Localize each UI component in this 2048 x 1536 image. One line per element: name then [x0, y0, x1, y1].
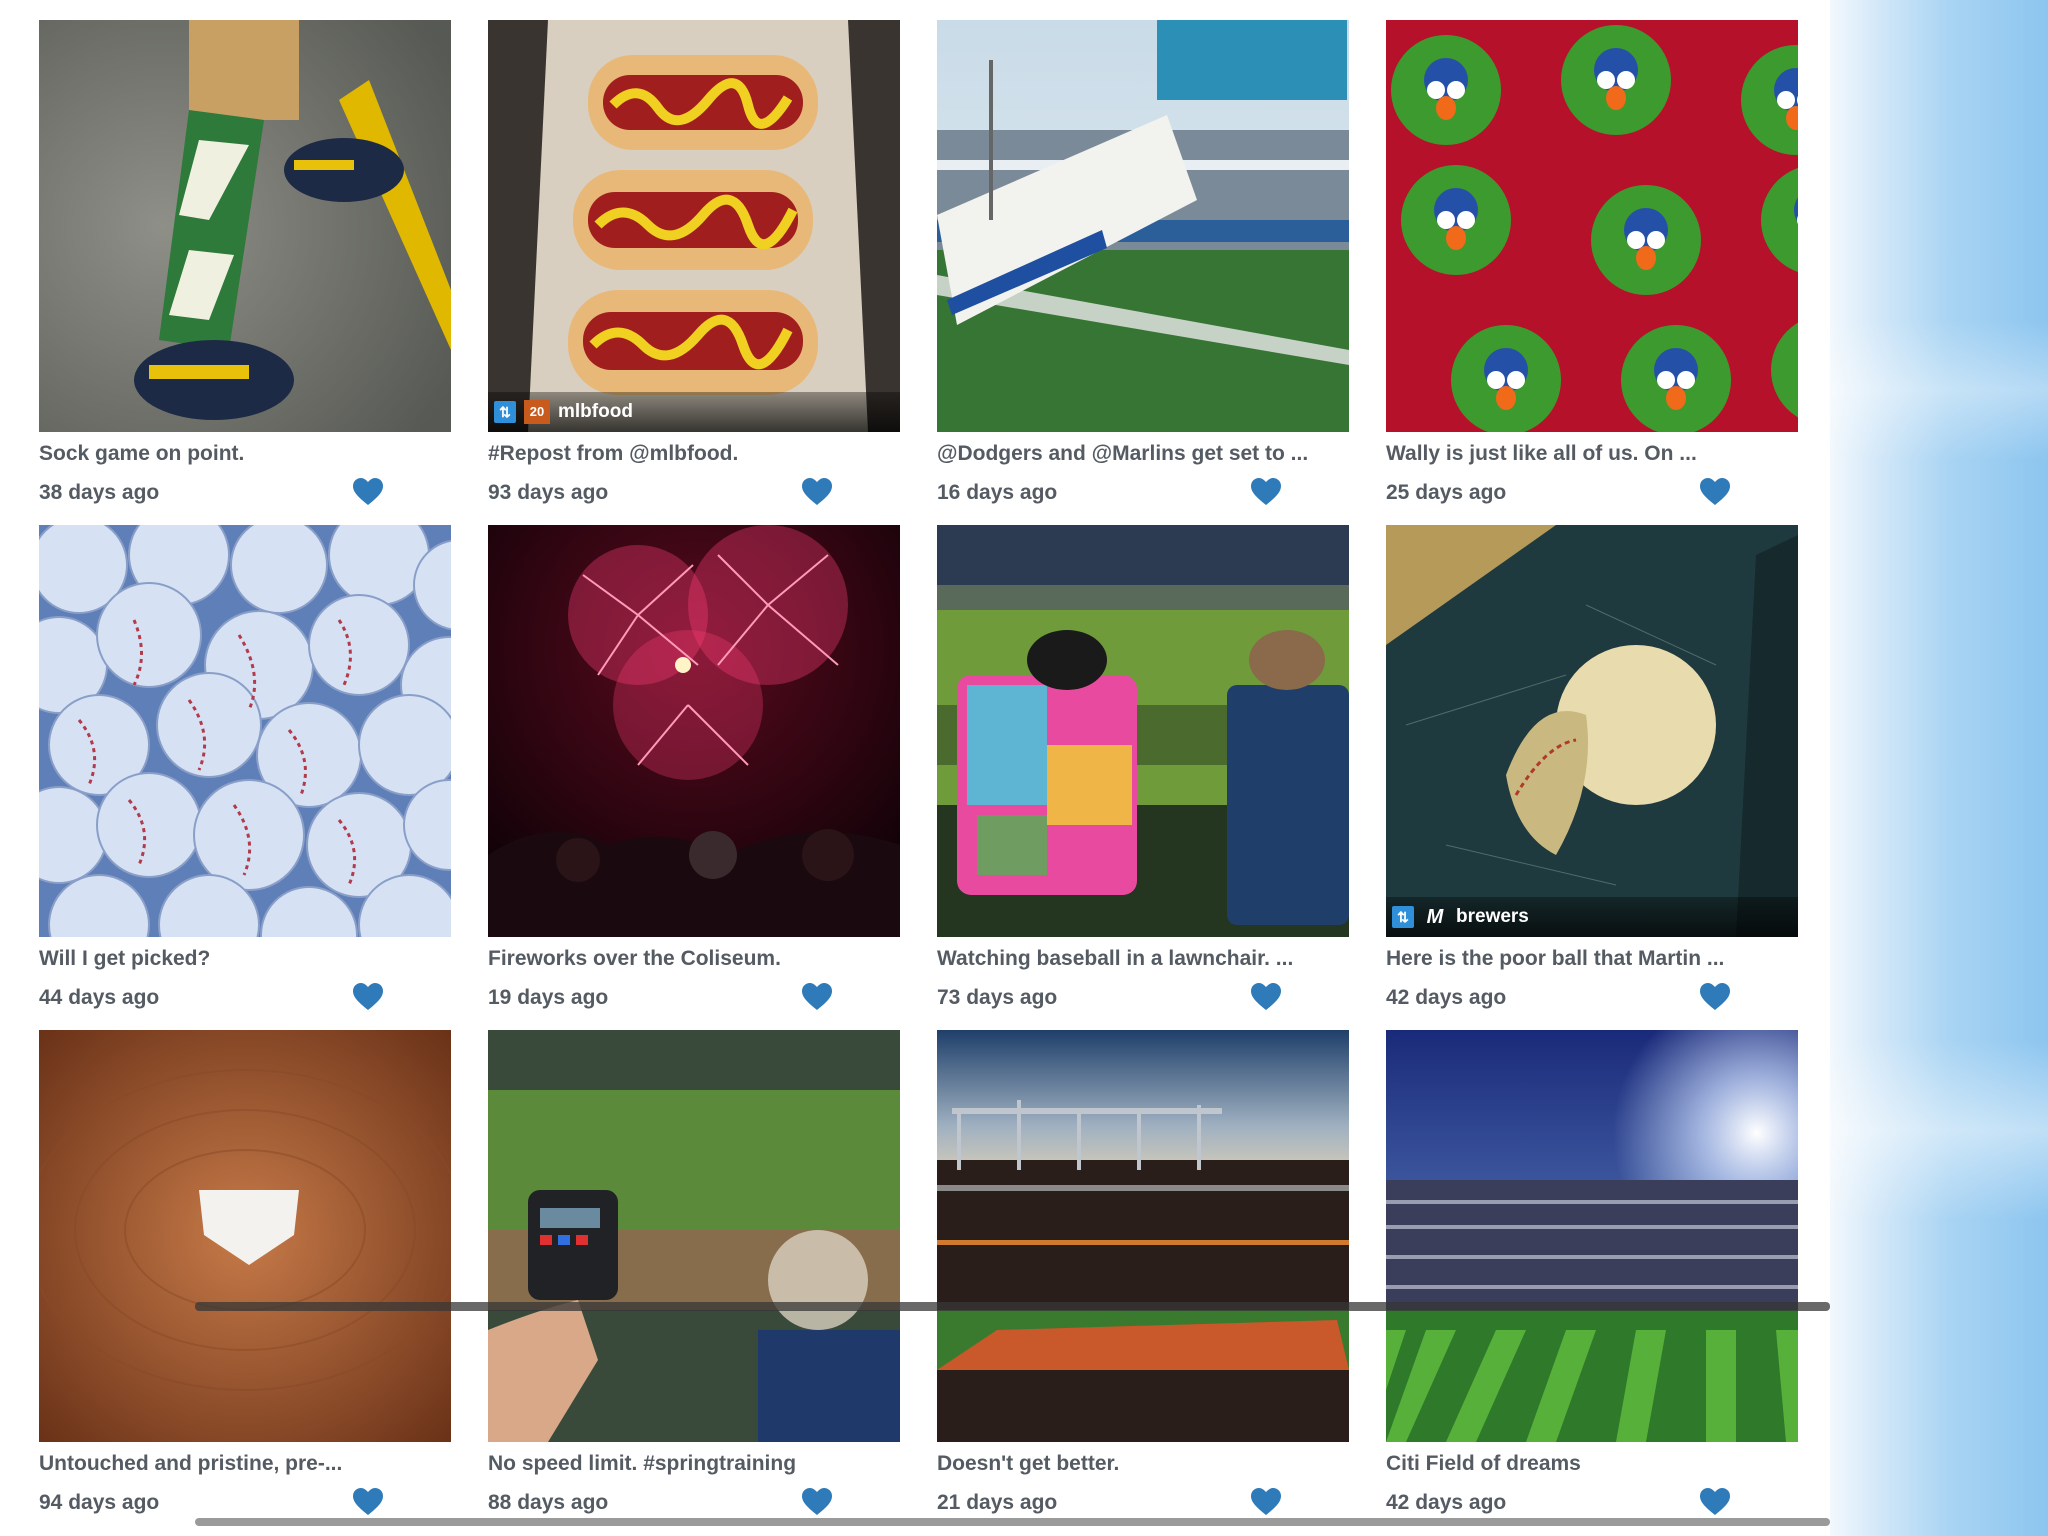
post-caption: Sock game on point. — [39, 442, 245, 465]
brewers-logo-icon: M — [1426, 906, 1444, 928]
repost-icon: ⇅ — [494, 401, 516, 423]
post-caption: Untouched and pristine, pre-... — [39, 1452, 343, 1475]
heart-icon[interactable] — [353, 478, 383, 506]
post-age: 21 days ago — [937, 1491, 1058, 1514]
heart-icon[interactable] — [802, 983, 832, 1011]
post-card: Sock game on point. 38 days ago — [39, 20, 451, 525]
heart-icon[interactable] — [1251, 983, 1281, 1011]
post-age: 42 days ago — [1386, 1491, 1507, 1514]
post-card: ⇅ M brewers Here is the poor ball that M… — [1386, 525, 1798, 1030]
repost-bar: ⇅ 20 mlbfood — [488, 392, 900, 432]
post-photo-radar-gun[interactable] — [488, 1030, 900, 1442]
post-photo-broken-ball[interactable]: ⇅ M brewers — [1386, 525, 1798, 937]
post-caption: Watching baseball in a lawnchair. ... — [937, 947, 1294, 970]
post-card: Untouched and pristine, pre-... 94 days … — [39, 1030, 451, 1535]
heart-icon[interactable] — [1251, 1488, 1281, 1516]
heart-icon[interactable] — [353, 1488, 383, 1516]
post-photo-home-plate[interactable] — [39, 1030, 451, 1442]
post-age: 16 days ago — [937, 481, 1058, 504]
post-photo-hotdogs[interactable]: ⇅ 20 mlbfood — [488, 20, 900, 432]
heart-icon[interactable] — [1700, 478, 1730, 506]
heart-icon[interactable] — [1251, 478, 1281, 506]
post-age: 19 days ago — [488, 986, 609, 1009]
post-age: 88 days ago — [488, 1491, 609, 1514]
post-photo-stadium[interactable] — [937, 1030, 1349, 1442]
side-gradient-panel — [1830, 0, 2048, 1536]
heart-icon[interactable] — [1700, 1488, 1730, 1516]
repost-bar: ⇅ M brewers — [1386, 897, 1798, 937]
post-card: Fireworks over the Coliseum. 19 days ago — [488, 525, 900, 1030]
post-caption: Fireworks over the Coliseum. — [488, 947, 781, 970]
post-caption: Will I get picked? — [39, 947, 211, 970]
post-card: Watching baseball in a lawnchair. ... 73… — [937, 525, 1349, 1030]
post-age: 93 days ago — [488, 481, 609, 504]
heart-icon[interactable] — [802, 478, 832, 506]
post-photo-wally-cupcakes[interactable] — [1386, 20, 1798, 432]
heart-icon[interactable] — [802, 1488, 832, 1516]
post-card: Doesn't get better. 21 days ago — [937, 1030, 1349, 1535]
post-age: 44 days ago — [39, 986, 160, 1009]
post-age: 42 days ago — [1386, 986, 1507, 1009]
post-photo-citi-field[interactable] — [1386, 1030, 1798, 1442]
post-card: ⇅ 20 mlbfood #Repost from @mlbfood. 93 d… — [488, 20, 900, 525]
post-caption: Here is the poor ball that Martin ... — [1386, 947, 1725, 970]
heart-icon[interactable] — [1700, 983, 1730, 1011]
post-card: @Dodgers and @Marlins get set to ... 16 … — [937, 20, 1349, 525]
post-photo-dodgers-base[interactable] — [937, 20, 1349, 432]
post-card: Wally is just like all of us. On ... 25 … — [1386, 20, 1798, 525]
post-card: Citi Field of dreams 42 days ago — [1386, 1030, 1798, 1535]
post-age: 94 days ago — [39, 1491, 160, 1514]
post-photo-socks[interactable] — [39, 20, 451, 432]
post-age: 73 days ago — [937, 986, 1058, 1009]
repost-icon: ⇅ — [1392, 906, 1414, 928]
repost-username[interactable]: mlbfood — [558, 401, 633, 423]
heart-icon[interactable] — [353, 983, 383, 1011]
post-caption: No speed limit. #springtraining — [488, 1452, 797, 1475]
post-age: 38 days ago — [39, 481, 160, 504]
post-age: 25 days ago — [1386, 481, 1507, 504]
horizontal-scrollbar-overlay[interactable] — [195, 1302, 1830, 1311]
mlbfood-logo-icon: 20 — [524, 400, 550, 424]
repost-username[interactable]: brewers — [1456, 906, 1529, 928]
post-card: No speed limit. #springtraining 88 days … — [488, 1030, 900, 1535]
post-photo-fireworks[interactable] — [488, 525, 900, 937]
post-caption: Wally is just like all of us. On ... — [1386, 442, 1697, 465]
post-card: Will I get picked? 44 days ago — [39, 525, 451, 1030]
horizontal-scrollbar[interactable] — [195, 1518, 1830, 1526]
post-photo-baseballs[interactable] — [39, 525, 451, 937]
post-caption: #Repost from @mlbfood. — [488, 442, 739, 465]
post-caption: Citi Field of dreams — [1386, 1452, 1581, 1475]
post-caption: @Dodgers and @Marlins get set to ... — [937, 442, 1309, 465]
post-photo-lawnchair[interactable] — [937, 525, 1349, 937]
post-caption: Doesn't get better. — [937, 1452, 1120, 1475]
